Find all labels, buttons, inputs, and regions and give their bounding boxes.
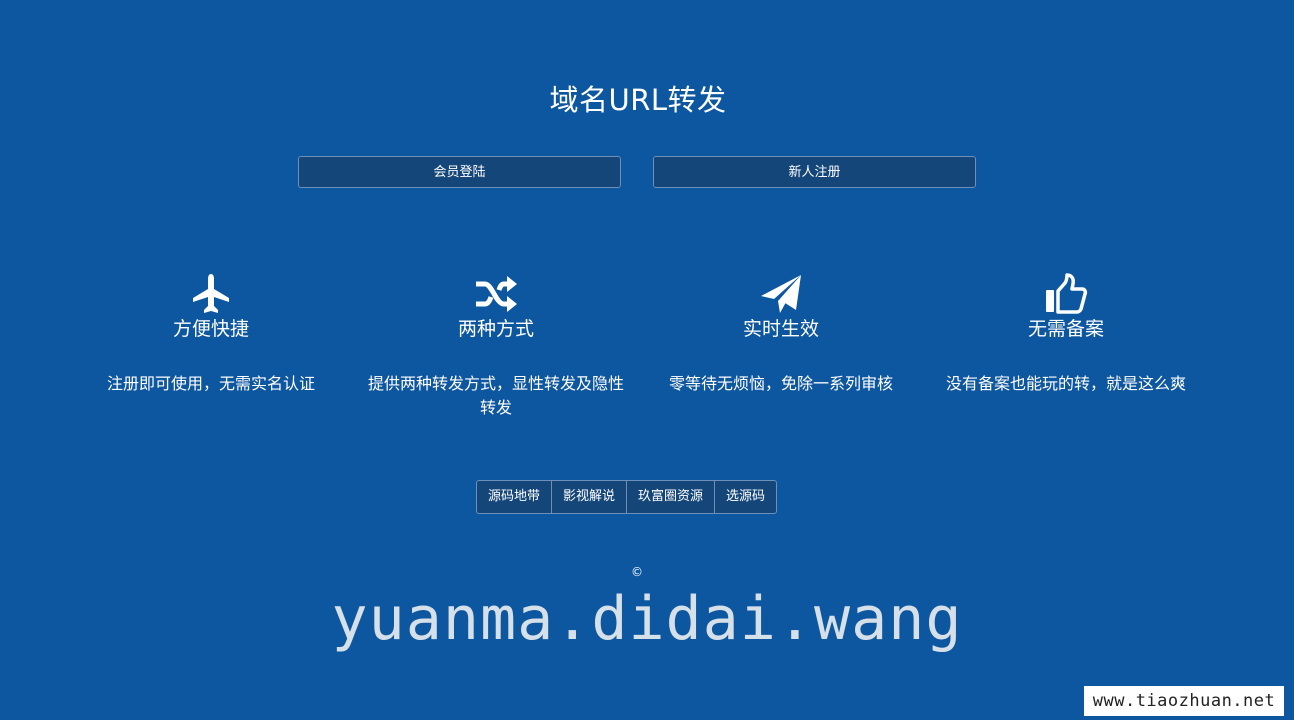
feature-description: 没有备案也能玩的转，就是这么爽 bbox=[945, 374, 1186, 393]
feature-description: 注册即可使用，无需实名认证 bbox=[106, 374, 315, 393]
site-badge: www.tiaozhuan.net bbox=[1084, 686, 1284, 716]
feature-realtime: 实时生效 零等待无烦恼，免除一系列审核 bbox=[636, 272, 926, 396]
feature-title: 两种方式 bbox=[457, 318, 534, 340]
feature-no-record: 无需备案 没有备案也能玩的转，就是这么爽 bbox=[921, 272, 1211, 396]
link-choose-source[interactable]: 选源码 bbox=[715, 481, 776, 513]
thumbs-up-icon bbox=[1046, 273, 1088, 314]
feature-description: 提供两种转发方式，显性转发及隐性转发 bbox=[367, 374, 624, 417]
feature-title: 无需备案 bbox=[1027, 318, 1104, 340]
page-title: 域名URL转发 bbox=[549, 83, 727, 118]
register-button[interactable]: 新人注册 bbox=[653, 156, 976, 188]
feature-title: 实时生效 bbox=[742, 318, 819, 340]
airplane-icon bbox=[193, 274, 229, 313]
page: 域名URL转发 会员登陆 新人注册 方便快捷 注册即可使用，无需实名认证 两种方… bbox=[0, 0, 1294, 720]
shuffle-icon bbox=[476, 276, 517, 312]
login-button[interactable]: 会员登陆 bbox=[298, 156, 621, 188]
feature-convenient: 方便快捷 注册即可使用，无需实名认证 bbox=[66, 272, 356, 396]
feature-title: 方便快捷 bbox=[172, 318, 249, 340]
link-jiufu-resources[interactable]: 玖富圈资源 bbox=[627, 481, 716, 513]
friend-links: 源码地带 影视解说 玖富圈资源 选源码 bbox=[476, 480, 778, 514]
link-film-commentary[interactable]: 影视解说 bbox=[552, 481, 628, 513]
domain-watermark: yuanma.didai.wang bbox=[331, 584, 963, 654]
paper-plane-icon bbox=[761, 275, 801, 313]
link-source-zone[interactable]: 源码地带 bbox=[477, 481, 553, 513]
copyright-symbol: © bbox=[631, 565, 643, 579]
feature-description: 零等待无烦恼，免除一系列审核 bbox=[668, 374, 893, 393]
feature-two-modes: 两种方式 提供两种转发方式，显性转发及隐性转发 bbox=[351, 272, 641, 420]
